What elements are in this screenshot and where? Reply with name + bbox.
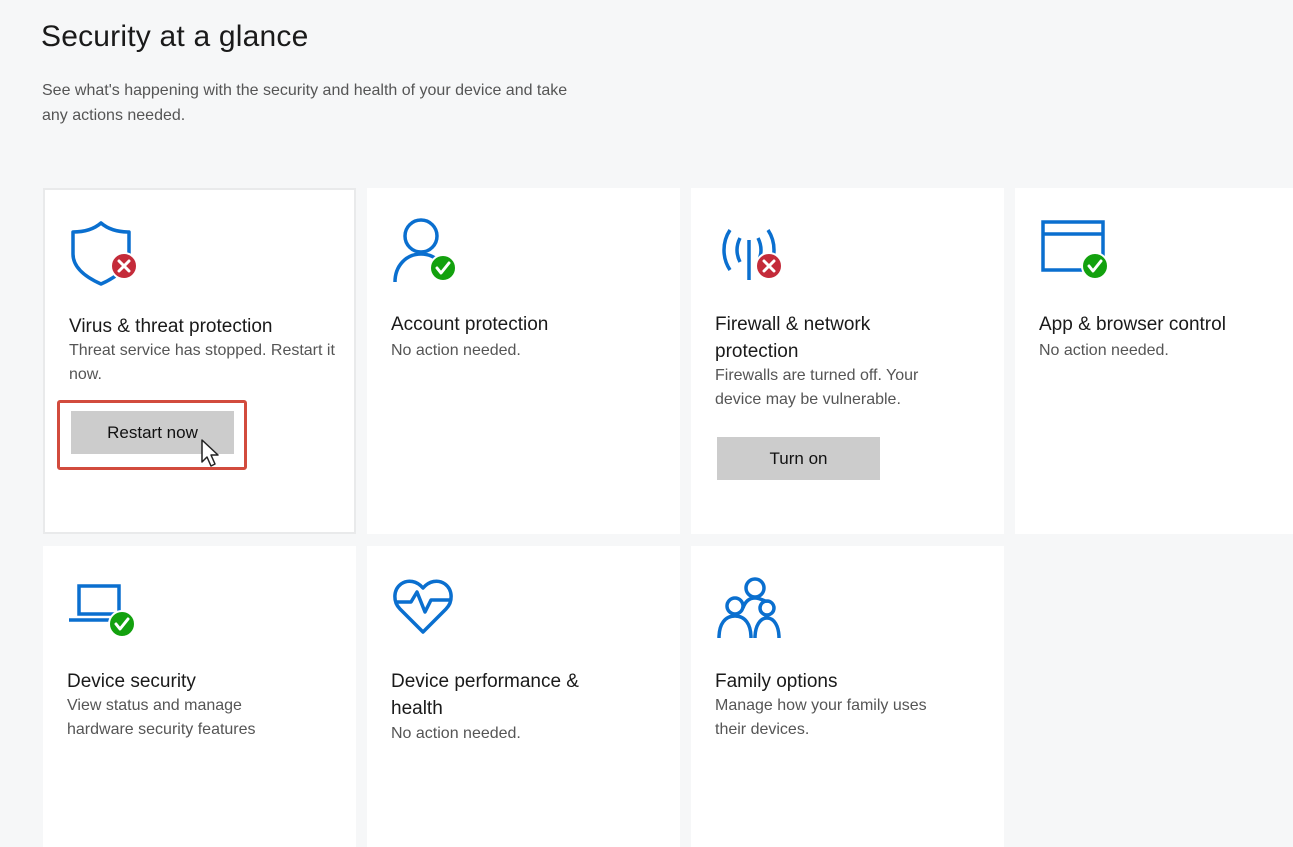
tile-virus-threat-protection[interactable]: Virus & threat protection Threat service… bbox=[43, 188, 356, 534]
tile-title: App & browser control bbox=[1039, 314, 1226, 335]
laptop-icon bbox=[67, 574, 139, 640]
browser-window-icon bbox=[1039, 216, 1111, 282]
tile-title: Account protection bbox=[391, 314, 549, 335]
tile-description: View status and manage hardware security… bbox=[67, 697, 256, 738]
tile-title: Firewall & network protection bbox=[715, 314, 871, 362]
page-subtitle: See what's happening with the security a… bbox=[42, 82, 568, 124]
tile-title: Virus & threat protection bbox=[69, 316, 273, 337]
tile-title: Device security bbox=[67, 671, 196, 692]
check-badge-icon bbox=[1081, 252, 1109, 280]
tile-description: No action needed. bbox=[391, 342, 521, 359]
tile-account-protection[interactable]: Account protection No action needed. bbox=[367, 188, 680, 534]
tile-title: Device performance & health bbox=[391, 671, 579, 719]
tile-app-browser-control[interactable]: App & browser control No action needed. bbox=[1015, 188, 1293, 534]
mouse-cursor-icon bbox=[200, 438, 220, 468]
tile-firewall-network-protection[interactable]: Firewall & network protection Firewalls … bbox=[691, 188, 1004, 534]
tile-device-performance-health[interactable]: Device performance & health No action ne… bbox=[367, 546, 680, 847]
error-badge-icon bbox=[110, 252, 138, 280]
family-icon bbox=[715, 574, 787, 640]
tile-description: Threat service has stopped. Restart it n… bbox=[69, 342, 335, 383]
check-badge-icon bbox=[108, 610, 136, 638]
check-badge-icon bbox=[429, 254, 457, 282]
error-badge-icon bbox=[755, 252, 783, 280]
tile-family-options[interactable]: Family options Manage how your family us… bbox=[691, 546, 1004, 847]
page-title: Security at a glance bbox=[41, 20, 309, 53]
tile-title: Family options bbox=[715, 671, 838, 692]
tile-description: No action needed. bbox=[391, 725, 521, 742]
tile-description: Manage how your family uses their device… bbox=[715, 697, 927, 738]
person-icon bbox=[391, 216, 463, 283]
tile-device-security[interactable]: Device security View status and manage h… bbox=[43, 546, 356, 847]
shield-icon bbox=[69, 218, 141, 286]
antenna-icon bbox=[715, 216, 787, 282]
tile-description: Firewalls are turned off. Your device ma… bbox=[715, 367, 919, 408]
turn-on-button[interactable]: Turn on bbox=[717, 437, 880, 480]
tile-description: No action needed. bbox=[1039, 342, 1169, 359]
heart-pulse-icon bbox=[391, 574, 463, 640]
